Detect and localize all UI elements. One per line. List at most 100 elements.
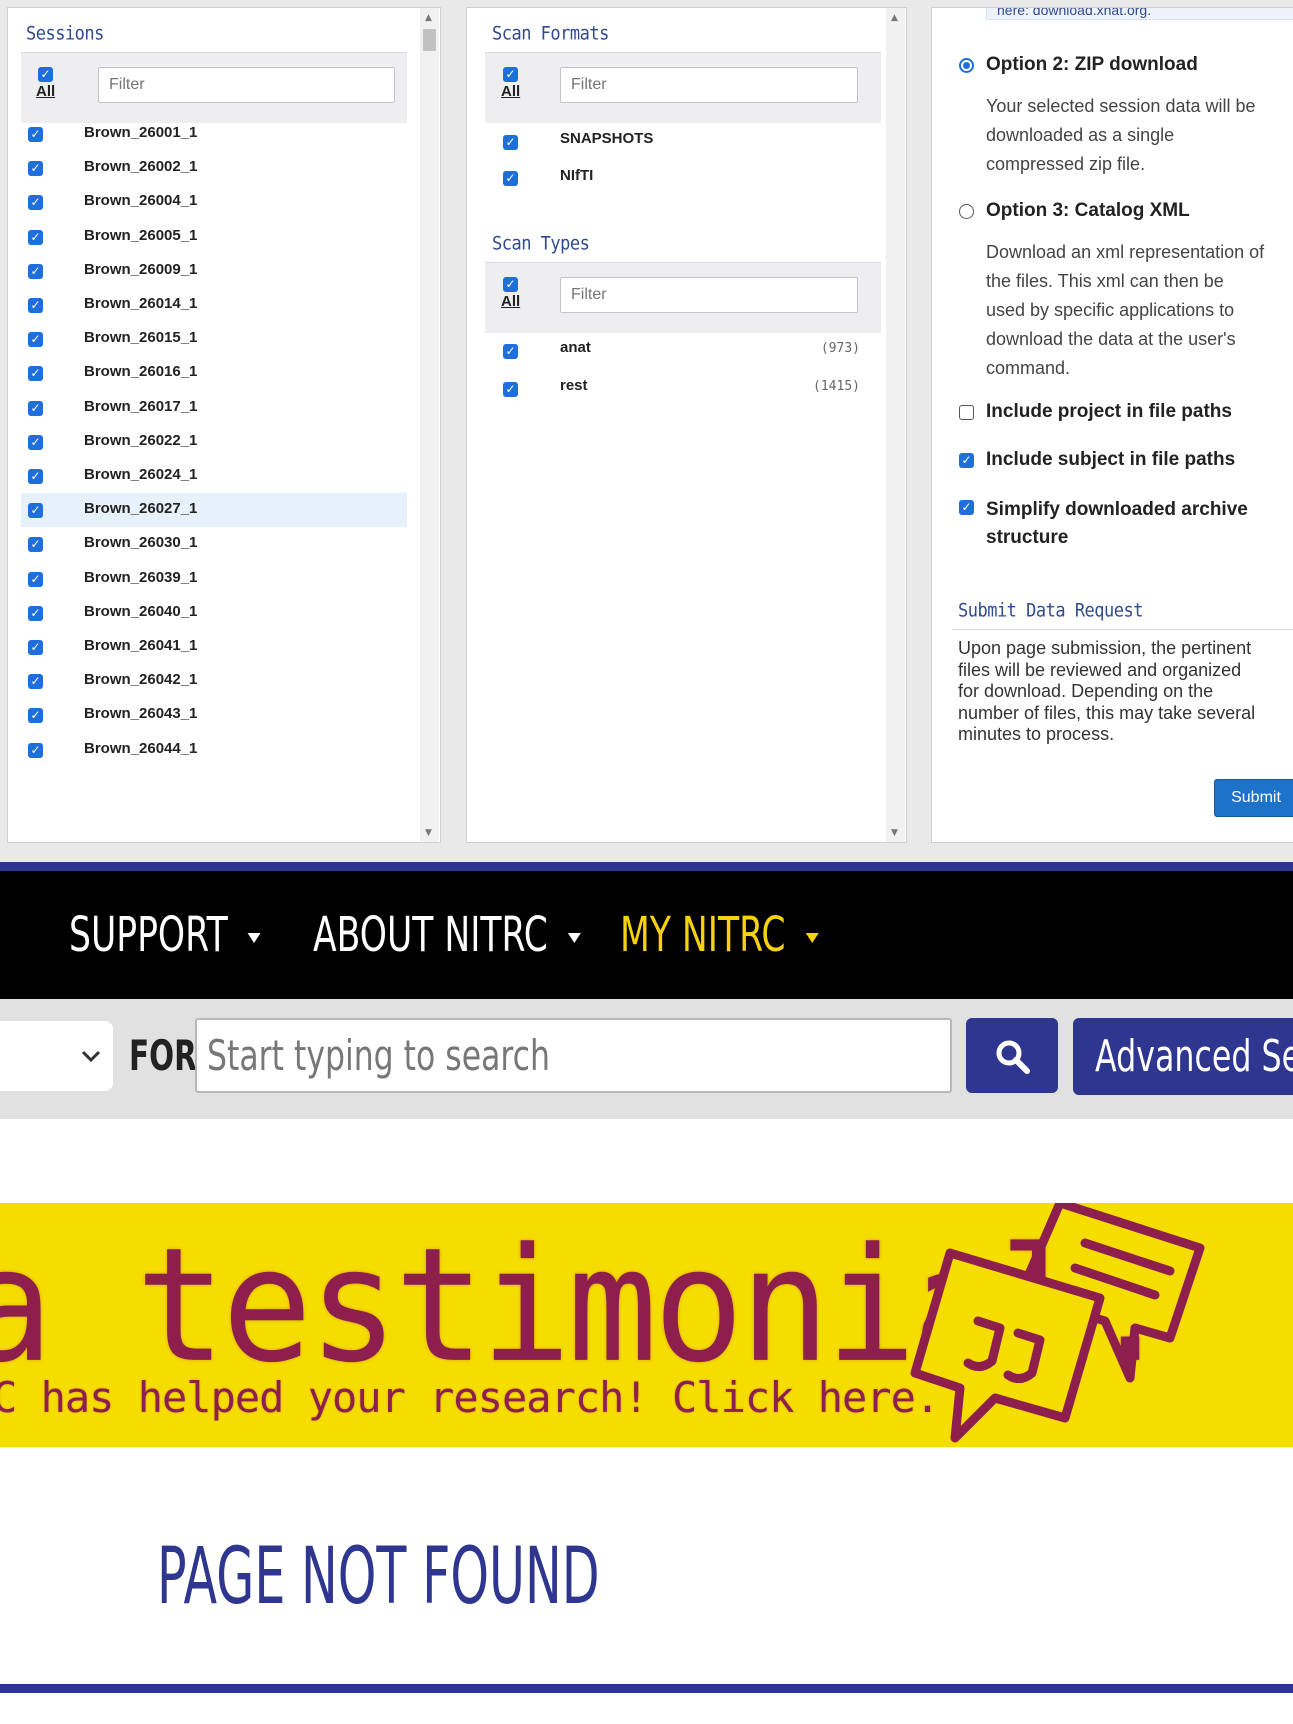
session-checkbox[interactable]: ✓ (28, 161, 43, 177)
session-checkbox[interactable]: ✓ (28, 366, 43, 382)
session-row[interactable]: ✓ Brown_26043_1 (21, 698, 407, 732)
nav-about[interactable]: ABOUT NITRC (313, 871, 582, 999)
session-row[interactable]: ✓ Brown_26039_1 (21, 562, 407, 596)
session-row[interactable]: ✓ Brown_26041_1 (21, 630, 407, 664)
session-checkbox[interactable]: ✓ (28, 298, 43, 313)
session-checkbox[interactable]: ✓ (28, 640, 43, 655)
type-checkbox-rest[interactable]: ✓ (503, 382, 518, 397)
session-checkbox[interactable]: ✓ (28, 571, 43, 587)
option2-radio[interactable] (959, 58, 974, 73)
session-row[interactable]: ✓ Brown_26017_1 (21, 391, 407, 425)
types-all-checkbox[interactable]: ✓ (503, 277, 518, 292)
footer-accent-line (0, 1684, 1293, 1693)
search-button[interactable] (966, 1018, 1058, 1093)
sessions-all-label[interactable]: All (36, 83, 55, 100)
nav-support[interactable]: SUPPORT (69, 871, 261, 999)
chevron-down-icon (247, 933, 261, 943)
scroll-up-icon[interactable]: ▲ (425, 13, 432, 23)
session-row[interactable]: ✓ Brown_26015_1 (21, 322, 407, 356)
session-row[interactable]: ✓ Brown_26044_1 (21, 733, 407, 767)
option3-label[interactable]: Option 3: Catalog XML (986, 200, 1190, 222)
session-checkbox[interactable]: ✓ (28, 127, 43, 142)
include-project-checkbox[interactable]: ✓ (959, 405, 974, 420)
text-line: minutes to process. (958, 724, 1115, 744)
session-row[interactable]: ✓ Brown_26014_1 (21, 288, 407, 322)
session-row[interactable]: ✓ Brown_26009_1 (21, 254, 407, 288)
chevron-down-icon (81, 1050, 101, 1063)
session-row[interactable]: ✓ Brown_26027_1 (21, 493, 407, 528)
types-all-label[interactable]: All (501, 293, 520, 310)
testimonial-banner[interactable]: a testimonial. C has helped your researc… (0, 1203, 1293, 1447)
session-label: Brown_26015_1 (84, 329, 198, 347)
scan-scrollbar[interactable]: ▲ ▼ (886, 8, 905, 842)
scroll-down-icon[interactable]: ▼ (425, 828, 432, 838)
sessions-scrollbar[interactable]: ▲ ▼ (420, 8, 439, 842)
session-label: Brown_26014_1 (84, 295, 198, 312)
session-label: Brown_26016_1 (84, 363, 198, 381)
session-checkbox[interactable]: ✓ (28, 503, 43, 519)
session-row[interactable]: ✓ Brown_26022_1 (21, 425, 407, 459)
include-subject-label[interactable]: Include subject in file paths (986, 449, 1235, 471)
session-row[interactable]: ✓ Brown_26004_1 (21, 185, 407, 219)
session-checkbox[interactable]: ✓ (28, 400, 43, 416)
session-checkbox[interactable]: ✓ (28, 469, 43, 484)
advanced-search-button[interactable]: Advanced Sea (1073, 1018, 1293, 1095)
text-line: for download. Depending on the (958, 681, 1214, 701)
option3-radio[interactable] (959, 204, 974, 219)
option3-desc: Download an xml representation of the fi… (986, 238, 1264, 383)
session-label: Brown_26040_1 (84, 602, 198, 620)
simplify-label[interactable]: Simplify downloaded archive structure (986, 496, 1248, 552)
types-filter-input[interactable] (560, 277, 858, 313)
formats-all-checkbox[interactable]: ✓ (503, 67, 518, 82)
formats-filter-input[interactable] (560, 67, 858, 103)
session-checkbox[interactable]: ✓ (28, 434, 43, 450)
submit-button[interactable]: Submit (1214, 779, 1293, 817)
desc-line: Download an xml representation of (986, 242, 1265, 262)
session-label: Brown_26017_1 (84, 397, 198, 415)
session-row[interactable]: ✓ Brown_26024_1 (21, 459, 407, 493)
session-label: Brown_26042_1 (84, 671, 198, 689)
type-count: (973) (820, 341, 860, 356)
scroll-up-icon[interactable]: ▲ (891, 13, 898, 23)
include-subject-checkbox[interactable]: ✓ (959, 453, 974, 468)
format-checkbox-snapshots[interactable]: ✓ (503, 135, 518, 150)
session-checkbox[interactable]: ✓ (28, 674, 43, 690)
session-checkbox[interactable]: ✓ (28, 229, 43, 245)
formats-all-label[interactable]: All (501, 83, 520, 100)
session-row[interactable]: ✓ Brown_26030_1 (21, 527, 407, 561)
session-label: Brown_26044_1 (84, 739, 198, 757)
sessions-all-checkbox[interactable]: ✓ (38, 67, 53, 82)
sessions-filter-input[interactable] (98, 67, 395, 103)
session-row[interactable]: ✓ Brown_26005_1 (21, 220, 407, 254)
format-checkbox-nifti[interactable]: ✓ (503, 171, 518, 186)
session-label: Brown_26041_1 (84, 637, 198, 654)
session-row[interactable]: ✓ Brown_26040_1 (21, 596, 407, 630)
type-checkbox-anat[interactable]: ✓ (503, 344, 518, 359)
session-checkbox[interactable]: ✓ (28, 263, 43, 279)
scroll-thumb[interactable] (423, 29, 436, 51)
search-scope-select[interactable] (0, 1021, 113, 1091)
session-checkbox[interactable]: ✓ (28, 195, 43, 211)
include-project-label[interactable]: Include project in file paths (986, 401, 1232, 423)
submit-title: Submit Data Request (958, 600, 1143, 622)
session-row[interactable]: ✓ Brown_26001_1 (21, 117, 407, 151)
scroll-down-icon[interactable]: ▼ (891, 828, 898, 838)
text-line: files will be reviewed and organized (958, 659, 1242, 680)
session-checkbox[interactable]: ✓ (28, 742, 43, 758)
session-checkbox[interactable]: ✓ (28, 537, 43, 553)
session-checkbox[interactable]: ✓ (28, 708, 43, 724)
scan-types-title: Scan Types (492, 233, 590, 255)
scan-formats-title: Scan Formats (492, 23, 609, 45)
session-checkbox[interactable]: ✓ (28, 332, 43, 348)
session-row[interactable]: ✓ Brown_26016_1 (21, 356, 407, 390)
session-checkbox[interactable]: ✓ (28, 605, 43, 621)
search-input[interactable]: Start typing to search (195, 1018, 952, 1093)
main-nav: SUPPORT ABOUT NITRC MY NITRC (0, 871, 1293, 999)
session-row[interactable]: ✓ Brown_26002_1 (21, 151, 407, 185)
option2-label[interactable]: Option 2: ZIP download (986, 54, 1198, 76)
session-label: Brown_26009_1 (84, 260, 198, 278)
nav-my-nitrc[interactable]: MY NITRC (620, 871, 819, 999)
simplify-checkbox[interactable]: ✓ (959, 500, 974, 515)
session-row[interactable]: ✓ Brown_26042_1 (21, 664, 407, 698)
info-link[interactable]: here: download.xnat.org. (997, 8, 1151, 18)
